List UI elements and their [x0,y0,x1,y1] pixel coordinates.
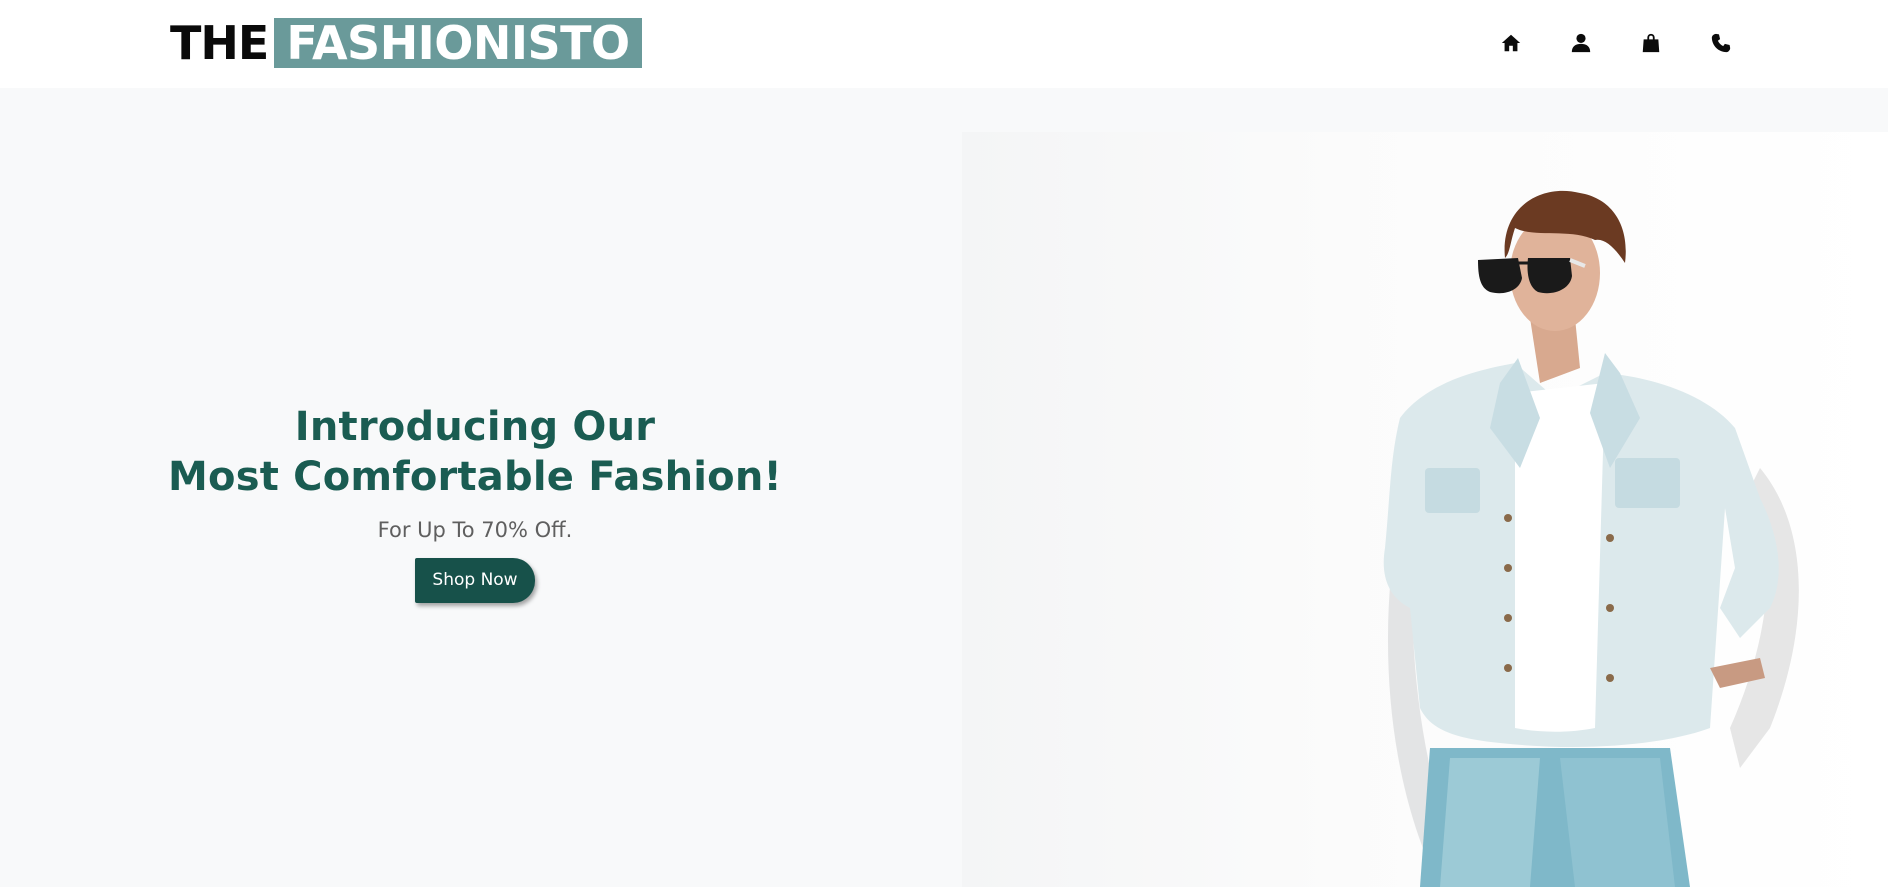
hero-title-line2: Most Comfortable Fashion! [168,454,782,500]
nav-icon-bar [0,28,1888,58]
shop-now-button[interactable]: Shop Now [415,558,535,603]
phone-icon[interactable] [1706,28,1736,58]
hero-banner: Introducing Our Most Comfortable Fashion… [0,88,1888,887]
home-icon[interactable] [1496,28,1526,58]
hero-text-block: Introducing Our Most Comfortable Fashion… [140,402,810,603]
navbar: THE FASHIONISTO [0,0,1888,88]
shopping-bag-icon[interactable] [1636,28,1666,58]
hero-title-line1: Introducing Our [294,404,656,450]
hero-subtitle: For Up To 70% Off. [377,518,573,542]
hero-title: Introducing Our Most Comfortable Fashion… [140,402,810,502]
user-icon[interactable] [1566,28,1596,58]
model-photo [1383,190,1799,887]
